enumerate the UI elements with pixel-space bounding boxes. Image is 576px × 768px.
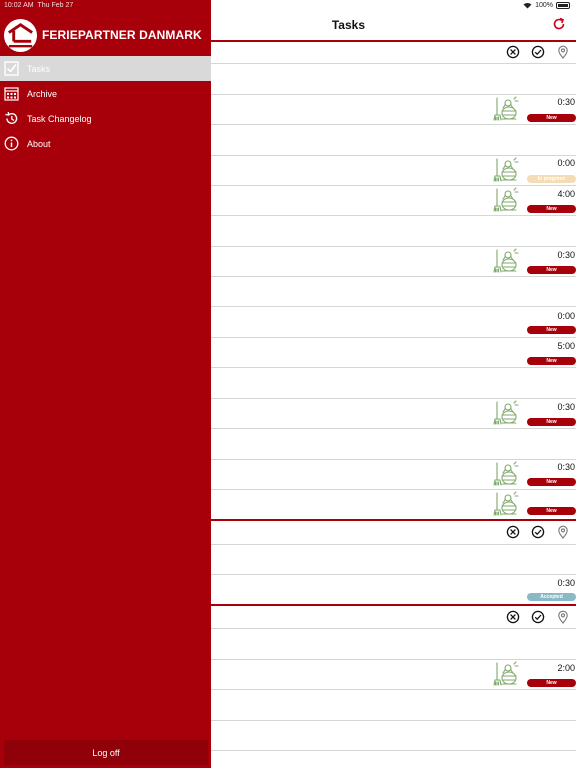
group-actions <box>506 524 570 540</box>
battery-icon <box>556 2 570 9</box>
sidebar-item-label: Tasks <box>27 63 51 74</box>
row-separator <box>211 659 576 660</box>
cleaning-icon <box>493 400 519 426</box>
cleaning-icon <box>493 157 519 183</box>
brand-name: FERIEPARTNER DANMARK <box>42 28 202 42</box>
row-separator <box>211 367 576 368</box>
task-duration: 0:30 <box>557 97 575 107</box>
status-badge: New <box>527 478 576 486</box>
history-icon <box>4 111 19 126</box>
cancel-icon[interactable] <box>506 525 520 539</box>
row-separator <box>211 628 576 629</box>
status-badge: New <box>527 357 576 365</box>
row-separator <box>211 337 576 338</box>
header: Tasks <box>211 12 576 40</box>
battery-percent: 100% <box>535 2 553 9</box>
status-right: 100% <box>523 2 570 9</box>
row-separator <box>211 398 576 399</box>
accept-icon[interactable] <box>531 525 545 539</box>
row-separator <box>211 155 576 156</box>
location-pin-icon[interactable] <box>556 525 570 539</box>
row-separator <box>211 94 576 95</box>
task-duration: 4:00 <box>557 189 575 199</box>
row-separator <box>211 276 576 277</box>
status-badge: In progress <box>527 175 576 183</box>
row-separator <box>211 63 576 64</box>
cancel-icon[interactable] <box>506 45 520 59</box>
status-badge: New <box>527 507 576 515</box>
task-duration: 0:00 <box>557 311 575 321</box>
group-divider <box>211 604 576 606</box>
brand: FERIEPARTNER DANMARK <box>3 17 202 53</box>
row-separator <box>211 246 576 247</box>
brand-logo-icon <box>3 18 38 52</box>
cleaning-icon <box>493 96 519 122</box>
row-separator <box>211 306 576 307</box>
refresh-icon[interactable] <box>552 17 566 31</box>
location-pin-icon[interactable] <box>556 45 570 59</box>
row-separator <box>211 124 576 125</box>
task-duration: 2:00 <box>557 663 575 673</box>
checkbox-icon <box>4 61 19 76</box>
task-duration: 5:00 <box>557 341 575 351</box>
location-pin-icon[interactable] <box>556 610 570 624</box>
main-panel: Tasks 0:30 New 0:00 In progress 4:00 New… <box>211 0 576 768</box>
sidebar-item-task-changelog[interactable]: Task Changelog <box>0 106 211 131</box>
row-separator <box>211 489 576 490</box>
row-separator <box>211 185 576 186</box>
row-separator <box>211 459 576 460</box>
task-duration: 0:00 <box>557 158 575 168</box>
sidebar-item-label: Archive <box>27 88 58 99</box>
accept-icon[interactable] <box>531 45 545 59</box>
cancel-icon[interactable] <box>506 610 520 624</box>
info-icon <box>4 136 19 151</box>
task-duration: 0:30 <box>557 250 575 260</box>
row-separator <box>211 215 576 216</box>
sidebar-item-tasks[interactable]: Tasks <box>0 56 211 81</box>
row-separator <box>211 750 576 751</box>
status-badge: New <box>527 679 576 687</box>
cleaning-icon <box>493 248 519 274</box>
status-badge: New <box>527 326 576 334</box>
row-separator <box>211 544 576 545</box>
sidebar: FERIEPARTNER DANMARK Tasks Archive Task … <box>0 0 211 768</box>
sidebar-item-about[interactable]: About <box>0 131 211 156</box>
row-separator <box>211 574 576 575</box>
cleaning-icon <box>493 491 519 517</box>
status-time: 10:02 AM Thu Feb 27 <box>4 2 74 9</box>
status-bar: 10:02 AM Thu Feb 27 100% <box>0 0 576 12</box>
sidebar-item-archive[interactable]: Archive <box>0 81 211 106</box>
calendar-icon <box>4 86 19 101</box>
group-divider <box>211 40 576 42</box>
page-title: Tasks <box>331 18 365 32</box>
sidebar-nav: Tasks Archive Task Changelog About <box>0 56 211 156</box>
row-separator <box>211 689 576 690</box>
cleaning-icon <box>493 187 519 213</box>
accept-icon[interactable] <box>531 610 545 624</box>
task-duration: 0:30 <box>557 402 575 412</box>
row-separator <box>211 720 576 721</box>
group-actions <box>506 44 570 60</box>
group-actions <box>506 609 570 625</box>
status-badge: New <box>527 418 576 426</box>
wifi-icon <box>523 2 532 9</box>
task-duration: 0:30 <box>557 578 575 588</box>
sidebar-item-label: Task Changelog <box>27 113 92 124</box>
status-badge: New <box>527 114 576 122</box>
cleaning-icon <box>493 461 519 487</box>
group-divider <box>211 519 576 521</box>
logoff-button[interactable]: Log off <box>4 740 208 765</box>
status-badge: New <box>527 266 576 274</box>
task-duration: 0:30 <box>557 462 575 472</box>
status-badge: Accepted <box>527 593 576 601</box>
sidebar-item-label: About <box>27 138 51 149</box>
cleaning-icon <box>493 661 519 687</box>
status-badge: New <box>527 205 576 213</box>
row-separator <box>211 428 576 429</box>
